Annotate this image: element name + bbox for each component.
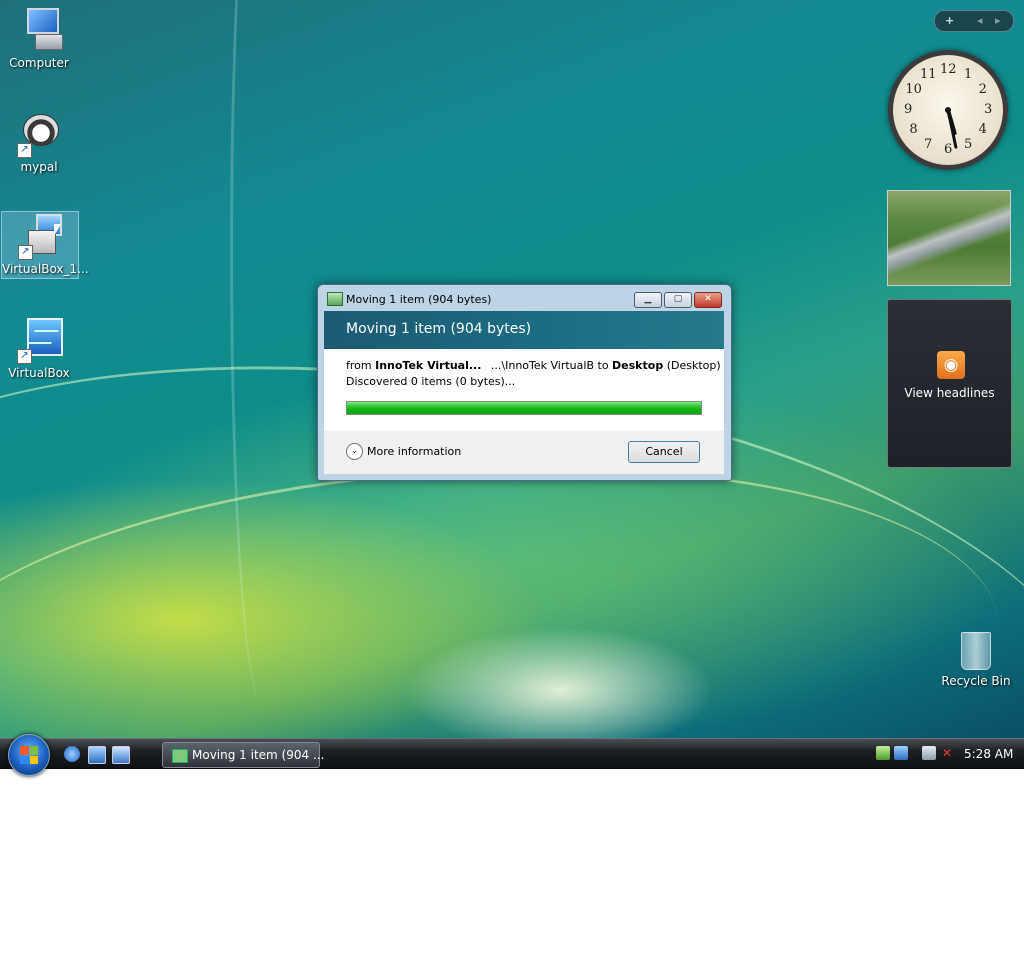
file-operation-dialog: Moving 1 item (904 bytes) ▁ ▢ ✕ Moving 1… [317, 284, 732, 481]
windows-logo-icon [20, 746, 38, 764]
more-information-label: More information [367, 445, 462, 458]
close-button[interactable]: ✕ [694, 292, 722, 308]
desktop-icon-recycle-bin[interactable]: Recycle Bin [940, 632, 1012, 688]
taskbar-clock[interactable]: 5:28 AM [964, 747, 1013, 761]
from-to-line: from InnoTek Virtual... ...\InnoTek Virt… [346, 359, 721, 372]
from-prefix: from [346, 359, 372, 372]
taskbar-button-label: Moving 1 item (904 ... [192, 748, 325, 762]
source-path: ...\InnoTek VirtualB [490, 359, 594, 372]
maximize-button[interactable]: ▢ [664, 292, 692, 308]
tray-windows-icon[interactable] [894, 746, 908, 760]
dialog-heading: Moving 1 item (904 bytes) [346, 321, 532, 337]
desktop-icon-computer[interactable]: Computer [1, 6, 77, 70]
tray-app-icon[interactable] [876, 746, 890, 760]
installer-icon: ↗ [16, 212, 64, 260]
show-desktop-icon[interactable] [88, 746, 106, 764]
more-information-toggle[interactable]: ⌄ More information [346, 443, 461, 460]
to-word: to [597, 359, 609, 372]
next-page-button[interactable]: ▸ [995, 14, 1001, 27]
feed-headlines-gadget[interactable]: ◉ View headlines [887, 299, 1012, 468]
dialog-body: from InnoTek Virtual... ...\InnoTek Virt… [324, 349, 724, 431]
clock-gadget[interactable]: 12 1 2 3 4 5 6 7 8 9 10 11 [888, 50, 1008, 170]
icon-label: Computer [9, 56, 69, 70]
desktop-icon-virtualbox-installer[interactable]: ↗ VirtualBox_1... [1, 211, 89, 279]
dialog-title: Moving 1 item (904 bytes) [346, 293, 492, 306]
shortcut-arrow-icon: ↗ [17, 143, 32, 158]
destination-paren: (Desktop) [666, 359, 721, 372]
desktop-icon-mypal[interactable]: ↗ mypal [1, 110, 77, 174]
network-icon[interactable] [922, 746, 936, 760]
shortcut-arrow-icon: ↗ [17, 349, 32, 364]
computer-icon [15, 6, 63, 54]
icon-label: Recycle Bin [941, 674, 1011, 688]
recycle-bin-icon [961, 632, 991, 670]
internet-explorer-icon[interactable] [64, 746, 80, 762]
dialog-footer: ⌄ More information Cancel [324, 431, 724, 474]
previous-page-button[interactable]: ◂ [977, 14, 983, 27]
icon-label: VirtualBox_1... [2, 262, 89, 276]
slideshow-gadget[interactable] [887, 190, 1011, 286]
raccoon-icon: ↗ [15, 110, 63, 158]
switch-windows-icon[interactable] [112, 746, 130, 764]
cancel-button[interactable]: Cancel [628, 441, 700, 463]
clock-hands [945, 107, 958, 149]
desktop[interactable]: Computer ↗ mypal ↗ VirtualBox_1... ↗ Vir… [0, 0, 1024, 971]
destination-name[interactable]: Desktop [612, 359, 663, 372]
discovered-status: Discovered 0 items (0 bytes)... [346, 375, 516, 388]
mouse-cursor-icon [54, 224, 61, 236]
progress-bar [346, 401, 702, 415]
taskbar: Moving 1 item (904 ... ✕ 5:28 AM [0, 734, 1024, 776]
desktop-icon-virtualbox[interactable]: ↗ VirtualBox [1, 316, 77, 380]
minimize-button[interactable]: ▁ [634, 292, 662, 308]
progress-fill [347, 402, 701, 414]
virtualbox-icon: ↗ [15, 316, 63, 364]
taskbar-button-moving[interactable]: Moving 1 item (904 ... [162, 742, 324, 768]
volume-muted-icon[interactable]: ✕ [940, 746, 954, 760]
icon-label: mypal [20, 160, 58, 174]
add-gadget-button[interactable]: + [945, 14, 954, 27]
start-button[interactable] [8, 734, 50, 776]
rss-icon: ◉ [937, 351, 965, 379]
source-name[interactable]: InnoTek Virtual... [375, 359, 481, 372]
view-headlines-label[interactable]: View headlines [888, 386, 1011, 400]
dialog-titlebar[interactable]: Moving 1 item (904 bytes) ▁ ▢ ✕ [318, 285, 731, 313]
shortcut-arrow-icon: ↗ [18, 245, 33, 260]
icon-label: VirtualBox [8, 366, 70, 380]
dialog-header: Moving 1 item (904 bytes) [324, 311, 724, 349]
file-move-icon [327, 292, 343, 306]
chevron-down-icon: ⌄ [346, 443, 363, 460]
file-move-icon [172, 749, 188, 763]
sidebar-controls: + ◂ ▸ [934, 10, 1014, 32]
